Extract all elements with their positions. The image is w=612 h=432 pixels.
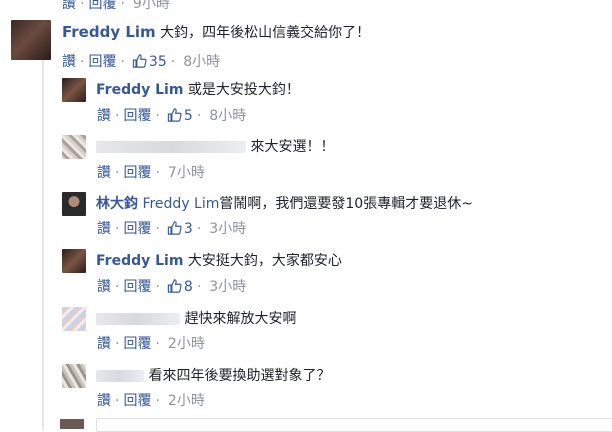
like-count[interactable]: 35: [149, 54, 167, 70]
like-link[interactable]: 讚: [97, 393, 111, 409]
reply-comment: 林大鈞 Freddy Lim嘗鬧啊，我們還要發10張專輯才要退休~: [96, 193, 473, 213]
like-link[interactable]: 讚: [62, 54, 76, 70]
comment-text: 或是大安投大鈞！: [187, 82, 300, 98]
reply-input[interactable]: [96, 418, 612, 432]
avatar-freddy-lim[interactable]: [62, 78, 86, 102]
timestamp[interactable]: 3小時: [209, 279, 246, 295]
comment-author-redacted[interactable]: [96, 370, 144, 382]
thumbs-up-icon: [167, 279, 182, 293]
thumbs-up-icon: [167, 221, 182, 235]
like-count[interactable]: 5: [184, 108, 193, 124]
reply-actions: 讚 · 回覆 · 5 · 8小時: [97, 108, 247, 124]
reply-link[interactable]: 回覆: [88, 0, 116, 12]
reply-comment: Freddy Lim 或是大安投大鈞！: [96, 79, 300, 99]
reply-comment: 趕快來解放大安啊: [96, 308, 296, 328]
like-link[interactable]: 讚: [62, 0, 76, 12]
comment-text: 看來四年後要換助選對象了？: [148, 368, 331, 384]
like-link[interactable]: 讚: [97, 336, 111, 352]
comment-author[interactable]: Freddy Lim: [62, 23, 156, 41]
thumbs-up-icon: [167, 108, 182, 122]
main-comment: Freddy Lim 大鈞，四年後松山信義交給你了！: [62, 22, 370, 42]
reply-actions: 讚 · 回覆 · 2小時: [97, 336, 205, 352]
timestamp[interactable]: 2小時: [168, 336, 205, 352]
timestamp[interactable]: 8小時: [183, 54, 220, 70]
like-link[interactable]: 讚: [97, 165, 111, 181]
mention-link[interactable]: Freddy Lim: [142, 196, 219, 212]
reply-actions: 讚 · 回覆 · 3 · 3小時: [97, 221, 247, 237]
reply-actions: 讚 · 回覆 · 7小時: [97, 165, 205, 181]
timestamp[interactable]: 3小時: [209, 221, 246, 237]
avatar-lin-da-jun[interactable]: [62, 192, 86, 216]
reply-link[interactable]: 回覆: [123, 336, 151, 352]
avatar-freddy-lim[interactable]: [11, 20, 51, 60]
like-count[interactable]: 3: [184, 221, 193, 237]
reply-link[interactable]: 回覆: [123, 108, 151, 124]
reply-comment: 來大安選！！: [96, 136, 334, 156]
comment-author-redacted[interactable]: [96, 141, 246, 153]
avatar-blurred[interactable]: [62, 307, 86, 331]
avatar-freddy-lim[interactable]: [62, 249, 86, 273]
reply-link[interactable]: 回覆: [123, 221, 151, 237]
main-comment-actions: 讚 · 回覆 · 35 · 8小時: [62, 54, 221, 70]
reply-link[interactable]: 回覆: [88, 54, 116, 70]
comment-author[interactable]: 林大鈞: [96, 196, 138, 212]
timestamp[interactable]: 8小時: [209, 108, 246, 124]
comment-author[interactable]: Freddy Lim: [96, 253, 183, 269]
comment-author[interactable]: Freddy Lim: [96, 82, 183, 98]
comment-text: 趕快來解放大安啊: [184, 311, 297, 327]
like-link[interactable]: 讚: [97, 279, 111, 295]
timestamp[interactable]: 7小時: [168, 165, 205, 181]
like-link[interactable]: 讚: [97, 108, 111, 124]
timestamp[interactable]: 9小時: [133, 0, 170, 12]
reply-actions: 讚 · 回覆 · 2小時: [97, 393, 205, 409]
reply-comment: Freddy Lim 大安挺大鈞，大家都安心: [96, 250, 342, 270]
comment-text: 來大安選！！: [250, 139, 335, 155]
current-user-avatar: [60, 419, 84, 429]
avatar-blurred[interactable]: [62, 364, 86, 388]
like-count[interactable]: 8: [184, 279, 193, 295]
comment-text: 嘗鬧啊，我們還要發10張專輯才要退休~: [219, 196, 473, 212]
reply-actions: 讚 · 回覆 · 8 · 3小時: [97, 279, 247, 295]
comment-text: 大安挺大鈞，大家都安心: [187, 253, 342, 269]
reply-link[interactable]: 回覆: [123, 279, 151, 295]
comment-author-redacted[interactable]: [96, 313, 180, 325]
like-link[interactable]: 讚: [97, 221, 111, 237]
reply-comment: 看來四年後要換助選對象了？: [96, 365, 330, 385]
top-comment-actions: 讚 · 回覆 · 9小時: [62, 0, 170, 13]
avatar-blurred[interactable]: [62, 135, 86, 159]
reply-thread-line: [42, 60, 44, 430]
timestamp[interactable]: 2小時: [168, 393, 205, 409]
comment-text: 大鈞，四年後松山信義交給你了！: [160, 25, 371, 41]
thumbs-up-icon: [132, 54, 147, 68]
reply-link[interactable]: 回覆: [123, 393, 151, 409]
reply-link[interactable]: 回覆: [123, 165, 151, 181]
